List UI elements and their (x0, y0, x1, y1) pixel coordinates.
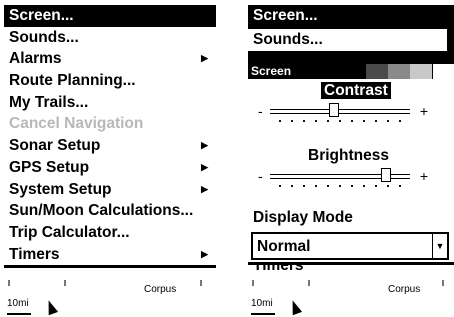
display-mode-value: Normal (257, 238, 311, 255)
menu-item[interactable]: Route Planning... (4, 70, 216, 92)
menu-item-label: My Trails... (9, 93, 89, 111)
menu-item-label: Screen... (9, 7, 74, 24)
screen-dialog: Screen Contrast - + Brightness - + Displ… (248, 64, 454, 265)
plus-icon: + (419, 103, 428, 119)
minus-icon: - (258, 168, 263, 184)
map-place-label: Corpus (144, 284, 177, 295)
chevron-right-icon: ▶ (201, 140, 208, 151)
map-scale-bar (251, 313, 275, 315)
menu-panel-right: Screen... Sounds... Screen Contrast - + … (248, 5, 454, 317)
map-scale-label: 10mi (251, 298, 273, 309)
menu-item-label: Sounds... (9, 28, 79, 46)
gray-swatch (432, 64, 454, 79)
menu-item-label: Cancel Navigation (9, 115, 144, 133)
gray-swatch (388, 64, 410, 79)
menu-item-label: System Setup (9, 180, 112, 198)
chevron-right-icon: ▶ (201, 53, 208, 64)
menu-item-label: Alarms (9, 50, 62, 68)
map-tick (308, 280, 310, 286)
menu-item-screen[interactable]: Screen... (253, 7, 318, 25)
display-mode-label: Display Mode (253, 209, 353, 226)
menu-panel-left: Screen... Sounds... Alarms ▶ Route Planning.… (4, 5, 216, 317)
chevron-right-icon: ▶ (201, 161, 208, 172)
menu-item-timers-partial: Timers (253, 263, 304, 273)
menu-item[interactable]: My Trails... (4, 92, 216, 114)
position-arrow-icon (287, 298, 303, 316)
slider-ticks (274, 185, 406, 187)
map-scale-bar (7, 313, 31, 315)
map-tick (8, 280, 10, 286)
menu-item-label: Sonar Setup (9, 137, 101, 155)
dialog-header: Screen (248, 64, 454, 79)
menu-item[interactable]: Trip Calculator... (4, 222, 216, 244)
chevron-right-icon: ▶ (201, 248, 208, 259)
map-tick (200, 280, 202, 286)
main-menu: Screen... Sounds... Alarms ▶ Route Planning.… (4, 5, 216, 269)
chevron-down-icon[interactable]: ▼ (432, 234, 447, 258)
chevron-right-icon: ▶ (201, 183, 208, 194)
plus-icon: + (419, 168, 428, 184)
menu-item[interactable]: Timers ▶ (4, 244, 216, 266)
display-mode-select[interactable]: Normal ▼ (251, 232, 449, 260)
gray-swatch (366, 64, 388, 79)
menu-item-sounds[interactable]: Sounds... (248, 29, 447, 51)
slider-thumb[interactable] (380, 168, 391, 182)
map-tick (64, 280, 66, 286)
map-place-label: Corpus (388, 284, 421, 295)
map-tick (252, 280, 254, 286)
menu-item[interactable]: Screen... (4, 5, 216, 27)
menu-item[interactable]: GPS Setup ▶ (4, 157, 216, 179)
menu-item[interactable]: System Setup ▶ (4, 179, 216, 201)
menu-item-label: Route Planning... (9, 72, 136, 90)
gray-swatch (410, 64, 432, 79)
menu-item[interactable]: Sun/Moon Calculations... (4, 200, 216, 222)
menu-item[interactable]: Alarms ▶ (4, 48, 216, 70)
brightness-label: Brightness (308, 147, 389, 164)
dialog-title: Screen (248, 64, 366, 79)
menu-item-label: Timers (9, 245, 60, 263)
menu-item: Cancel Navigation (4, 113, 216, 135)
menu-item-label: Sun/Moon Calculations... (9, 202, 194, 220)
map-tick (442, 280, 444, 286)
contrast-slider[interactable]: - + (258, 103, 428, 122)
menu-item[interactable]: Sounds... (4, 27, 216, 49)
slider-ticks (274, 120, 406, 122)
menu-item-label: GPS Setup (9, 158, 90, 176)
map-strip: 10mi Corpus (248, 280, 454, 317)
brightness-slider[interactable]: - + (258, 168, 428, 187)
slider-track (270, 109, 410, 114)
slider-thumb[interactable] (328, 103, 339, 117)
minus-icon: - (258, 103, 263, 119)
menu-item-label: Trip Calculator... (9, 223, 130, 241)
position-arrow-icon (43, 298, 59, 316)
menu-item[interactable]: Sonar Setup ▶ (4, 135, 216, 157)
map-scale-label: 10mi (7, 298, 29, 309)
map-strip: 10mi Corpus (4, 280, 216, 317)
contrast-label: Contrast (321, 82, 391, 99)
